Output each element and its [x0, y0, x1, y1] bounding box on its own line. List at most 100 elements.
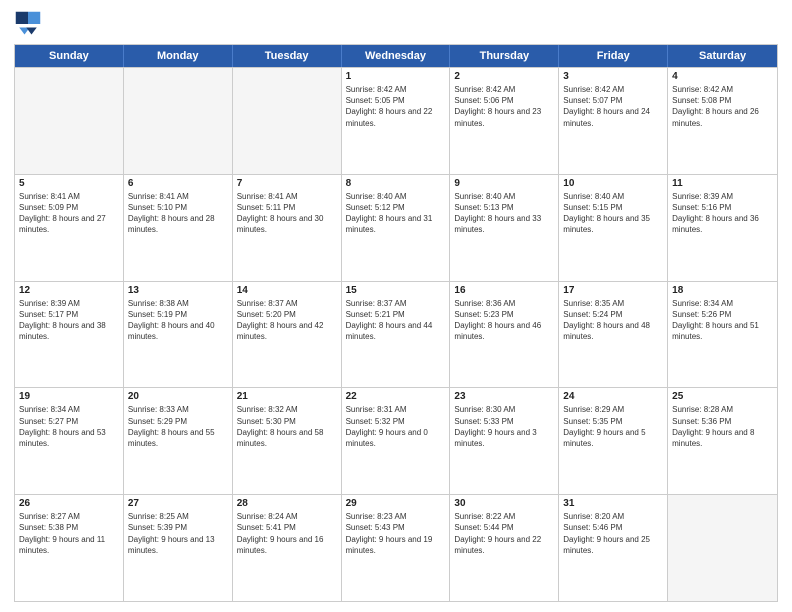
calendar-cell: 29 Sunrise: 8:23 AM Sunset: 5:43 PM Dayli… [342, 495, 451, 601]
cell-info: Sunrise: 8:25 AM Sunset: 5:39 PM Dayligh… [128, 511, 228, 556]
calendar-cell: 23 Sunrise: 8:30 AM Sunset: 5:33 PM Dayli… [450, 388, 559, 494]
page: SundayMondayTuesdayWednesdayThursdayFrid… [0, 0, 792, 612]
cell-info: Sunrise: 8:40 AM Sunset: 5:15 PM Dayligh… [563, 191, 663, 236]
calendar-week-row: 12 Sunrise: 8:39 AM Sunset: 5:17 PM Dayli… [15, 281, 777, 388]
calendar-cell: 1Sunrise: 8:42 AM Sunset: 5:05 PM Daylig… [342, 68, 451, 174]
day-number: 31 [563, 498, 663, 509]
calendar-cell: 13 Sunrise: 8:38 AM Sunset: 5:19 PM Dayli… [124, 282, 233, 388]
calendar-day-header: Wednesday [342, 45, 451, 67]
calendar-cell: 30 Sunrise: 8:22 AM Sunset: 5:44 PM Dayli… [450, 495, 559, 601]
calendar-cell: 15 Sunrise: 8:37 AM Sunset: 5:21 PM Dayli… [342, 282, 451, 388]
cell-info: Sunrise: 8:31 AM Sunset: 5:32 PM Dayligh… [346, 404, 446, 449]
calendar-cell: 14 Sunrise: 8:37 AM Sunset: 5:20 PM Dayli… [233, 282, 342, 388]
day-number: 22 [346, 391, 446, 402]
calendar-cell: 21 Sunrise: 8:32 AM Sunset: 5:30 PM Dayli… [233, 388, 342, 494]
cell-info: Sunrise: 8:29 AM Sunset: 5:35 PM Dayligh… [563, 404, 663, 449]
calendar-cell: 17 Sunrise: 8:35 AM Sunset: 5:24 PM Dayli… [559, 282, 668, 388]
day-number: 24 [563, 391, 663, 402]
calendar-cell: 3 Sunrise: 8:42 AM Sunset: 5:07 PM Daylig… [559, 68, 668, 174]
calendar-cell: 5 Sunrise: 8:41 AM Sunset: 5:09 PM Daylig… [15, 175, 124, 281]
calendar-cell: 19 Sunrise: 8:34 AM Sunset: 5:27 PM Dayli… [15, 388, 124, 494]
calendar-week-row: 19 Sunrise: 8:34 AM Sunset: 5:27 PM Dayli… [15, 387, 777, 494]
day-number: 3 [563, 71, 663, 82]
calendar-cell: 24 Sunrise: 8:29 AM Sunset: 5:35 PM Dayli… [559, 388, 668, 494]
cell-info: Sunrise: 8:42 AM Sunset: 5:06 PM Dayligh… [454, 84, 554, 129]
calendar-cell [15, 68, 124, 174]
day-number: 5 [19, 178, 119, 189]
cell-info: Sunrise: 8:30 AM Sunset: 5:33 PM Dayligh… [454, 404, 554, 449]
calendar-cell: 9 Sunrise: 8:40 AM Sunset: 5:13 PM Daylig… [450, 175, 559, 281]
calendar: SundayMondayTuesdayWednesdayThursdayFrid… [14, 44, 778, 602]
day-number: 12 [19, 285, 119, 296]
cell-info: Sunrise: 8:32 AM Sunset: 5:30 PM Dayligh… [237, 404, 337, 449]
cell-info: Sunrise: 8:40 AM Sunset: 5:13 PM Dayligh… [454, 191, 554, 236]
day-number: 4 [672, 71, 773, 82]
cell-info: Sunrise: 8:39 AM Sunset: 5:16 PM Dayligh… [672, 191, 773, 236]
cell-info: Sunrise: 8:40 AM Sunset: 5:12 PM Dayligh… [346, 191, 446, 236]
cell-info: Sunrise: 8:22 AM Sunset: 5:44 PM Dayligh… [454, 511, 554, 556]
cell-info: Sunrise: 8:23 AM Sunset: 5:43 PM Dayligh… [346, 511, 446, 556]
calendar-cell [233, 68, 342, 174]
day-number: 21 [237, 391, 337, 402]
calendar-cell: 12 Sunrise: 8:39 AM Sunset: 5:17 PM Dayli… [15, 282, 124, 388]
day-number: 17 [563, 285, 663, 296]
calendar-cell: 22 Sunrise: 8:31 AM Sunset: 5:32 PM Dayli… [342, 388, 451, 494]
cell-info: Sunrise: 8:27 AM Sunset: 5:38 PM Dayligh… [19, 511, 119, 556]
calendar-cell: 6 Sunrise: 8:41 AM Sunset: 5:10 PM Daylig… [124, 175, 233, 281]
day-number: 16 [454, 285, 554, 296]
calendar-cell: 8 Sunrise: 8:40 AM Sunset: 5:12 PM Daylig… [342, 175, 451, 281]
day-number: 6 [128, 178, 228, 189]
day-number: 20 [128, 391, 228, 402]
day-number: 28 [237, 498, 337, 509]
calendar-day-header: Thursday [450, 45, 559, 67]
calendar-cell: 4Sunrise: 8:42 AM Sunset: 5:08 PM Daylig… [668, 68, 777, 174]
cell-info: Sunrise: 8:41 AM Sunset: 5:09 PM Dayligh… [19, 191, 119, 236]
day-number: 23 [454, 391, 554, 402]
calendar-cell: 10 Sunrise: 8:40 AM Sunset: 5:15 PM Dayli… [559, 175, 668, 281]
cell-info: Sunrise: 8:37 AM Sunset: 5:20 PM Dayligh… [237, 298, 337, 343]
calendar-cell: 25Sunrise: 8:28 AM Sunset: 5:36 PM Dayli… [668, 388, 777, 494]
calendar-day-header: Monday [124, 45, 233, 67]
day-number: 26 [19, 498, 119, 509]
calendar-body: 1Sunrise: 8:42 AM Sunset: 5:05 PM Daylig… [15, 67, 777, 601]
day-number: 29 [346, 498, 446, 509]
day-number: 30 [454, 498, 554, 509]
day-number: 9 [454, 178, 554, 189]
calendar-cell: 20 Sunrise: 8:33 AM Sunset: 5:29 PM Dayli… [124, 388, 233, 494]
cell-info: Sunrise: 8:41 AM Sunset: 5:10 PM Dayligh… [128, 191, 228, 236]
calendar-week-row: 26 Sunrise: 8:27 AM Sunset: 5:38 PM Dayli… [15, 494, 777, 601]
day-number: 14 [237, 285, 337, 296]
calendar-cell: 31Sunrise: 8:20 AM Sunset: 5:46 PM Dayli… [559, 495, 668, 601]
calendar-cell [668, 495, 777, 601]
calendar-cell: 26 Sunrise: 8:27 AM Sunset: 5:38 PM Dayli… [15, 495, 124, 601]
cell-info: Sunrise: 8:36 AM Sunset: 5:23 PM Dayligh… [454, 298, 554, 343]
cell-info: Sunrise: 8:42 AM Sunset: 5:07 PM Dayligh… [563, 84, 663, 129]
calendar-cell: 11Sunrise: 8:39 AM Sunset: 5:16 PM Dayli… [668, 175, 777, 281]
cell-info: Sunrise: 8:39 AM Sunset: 5:17 PM Dayligh… [19, 298, 119, 343]
calendar-cell: 28 Sunrise: 8:24 AM Sunset: 5:41 PM Dayli… [233, 495, 342, 601]
cell-info: Sunrise: 8:41 AM Sunset: 5:11 PM Dayligh… [237, 191, 337, 236]
calendar-week-row: 5 Sunrise: 8:41 AM Sunset: 5:09 PM Daylig… [15, 174, 777, 281]
cell-info: Sunrise: 8:33 AM Sunset: 5:29 PM Dayligh… [128, 404, 228, 449]
calendar-day-header: Saturday [668, 45, 777, 67]
cell-info: Sunrise: 8:24 AM Sunset: 5:41 PM Dayligh… [237, 511, 337, 556]
day-number: 13 [128, 285, 228, 296]
day-number: 8 [346, 178, 446, 189]
calendar-cell: 16 Sunrise: 8:36 AM Sunset: 5:23 PM Dayli… [450, 282, 559, 388]
cell-info: Sunrise: 8:34 AM Sunset: 5:26 PM Dayligh… [672, 298, 773, 343]
cell-info: Sunrise: 8:37 AM Sunset: 5:21 PM Dayligh… [346, 298, 446, 343]
calendar-week-row: 1Sunrise: 8:42 AM Sunset: 5:05 PM Daylig… [15, 67, 777, 174]
day-number: 15 [346, 285, 446, 296]
calendar-day-header: Friday [559, 45, 668, 67]
day-number: 19 [19, 391, 119, 402]
day-number: 27 [128, 498, 228, 509]
cell-info: Sunrise: 8:35 AM Sunset: 5:24 PM Dayligh… [563, 298, 663, 343]
cell-info: Sunrise: 8:38 AM Sunset: 5:19 PM Dayligh… [128, 298, 228, 343]
calendar-cell: 18Sunrise: 8:34 AM Sunset: 5:26 PM Dayli… [668, 282, 777, 388]
cell-info: Sunrise: 8:34 AM Sunset: 5:27 PM Dayligh… [19, 404, 119, 449]
day-number: 10 [563, 178, 663, 189]
calendar-cell [124, 68, 233, 174]
calendar-header-row: SundayMondayTuesdayWednesdayThursdayFrid… [15, 45, 777, 67]
day-number: 2 [454, 71, 554, 82]
logo [14, 10, 46, 38]
